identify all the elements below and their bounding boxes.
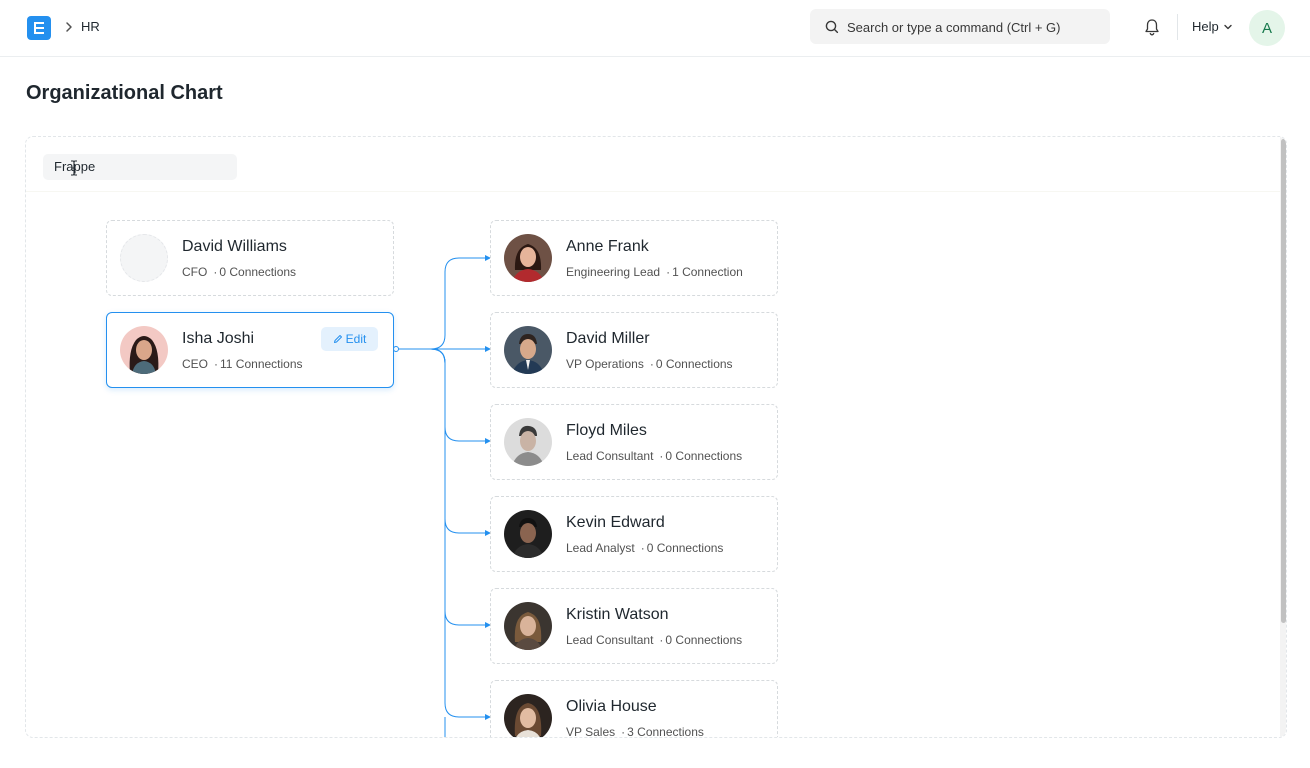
avatar bbox=[504, 418, 552, 466]
org-chart-panel: Frappe David Williams CFO · 0 Connections … bbox=[25, 136, 1287, 738]
node-name: Isha Joshi bbox=[182, 330, 255, 347]
node-designation: Lead Consultant bbox=[566, 633, 654, 647]
node-name: Floyd Miles bbox=[566, 422, 647, 439]
bell-icon[interactable] bbox=[1142, 17, 1162, 37]
meta-separator: · bbox=[640, 541, 645, 555]
node-name: Anne Frank bbox=[566, 238, 649, 255]
avatar bbox=[504, 602, 552, 650]
nav-divider bbox=[1177, 14, 1178, 40]
node-connections: 0 Connections bbox=[665, 633, 743, 647]
breadcrumb-hr[interactable]: HR bbox=[81, 19, 100, 34]
node-designation: Lead Analyst bbox=[566, 541, 635, 555]
avatar bbox=[504, 694, 552, 737]
pencil-icon bbox=[333, 334, 343, 344]
node-designation: Engineering Lead bbox=[566, 265, 661, 279]
avatar bbox=[504, 510, 552, 558]
meta-separator: · bbox=[666, 265, 671, 279]
user-avatar[interactable]: A bbox=[1249, 10, 1285, 46]
node-meta: CFO · 0 Connections bbox=[182, 265, 296, 279]
node-meta: VP Sales · 3 Connections bbox=[566, 725, 704, 738]
node-connections: 3 Connections bbox=[627, 725, 704, 738]
navbar: HR Search or type a command (Ctrl + G) H… bbox=[0, 0, 1310, 57]
node-name: David Miller bbox=[566, 330, 650, 347]
node-meta: Engineering Lead · 1 Connection bbox=[566, 265, 743, 279]
node-designation: Lead Consultant bbox=[566, 449, 654, 463]
chevron-down-icon bbox=[1223, 22, 1233, 32]
avatar bbox=[504, 234, 552, 282]
connector-line bbox=[395, 348, 491, 628]
connector-line bbox=[395, 255, 491, 350]
node-meta: Lead Analyst · 0 Connections bbox=[566, 541, 723, 555]
node-connections: 1 Connection bbox=[672, 265, 743, 279]
org-node-david-miller[interactable]: David Miller VP Operations · 0 Connections bbox=[490, 312, 778, 388]
org-node-olivia-house[interactable]: Olivia House VP Sales · 3 Connections bbox=[490, 680, 778, 738]
meta-separator: · bbox=[659, 449, 664, 463]
node-designation: CEO bbox=[182, 357, 209, 371]
node-meta: CEO · 11 Connections bbox=[182, 357, 303, 371]
avatar-placeholder bbox=[120, 234, 168, 282]
node-meta: Lead Consultant · 0 Connections bbox=[566, 449, 742, 463]
node-name: David Williams bbox=[182, 238, 287, 255]
meta-separator: · bbox=[659, 633, 664, 647]
node-connections: 0 Connections bbox=[646, 541, 724, 555]
app-logo-icon[interactable] bbox=[27, 16, 51, 40]
connector-line bbox=[395, 348, 491, 444]
org-node-kevin-edward[interactable]: Kevin Edward Lead Analyst · 0 Connections bbox=[490, 496, 778, 572]
search-icon bbox=[824, 19, 840, 35]
node-designation: VP Operations bbox=[566, 357, 644, 371]
connector-origin bbox=[393, 346, 399, 352]
node-name: Kevin Edward bbox=[566, 514, 665, 531]
node-name: Olivia House bbox=[566, 698, 657, 715]
node-meta: VP Operations · 0 Connections bbox=[566, 357, 733, 371]
search-placeholder: Search or type a command (Ctrl + G) bbox=[847, 20, 1061, 35]
edit-label: Edit bbox=[345, 332, 367, 346]
node-name: Kristin Watson bbox=[566, 606, 669, 623]
org-node-isha-joshi[interactable]: Isha Joshi CEO · 11 Connections Edit bbox=[106, 312, 394, 388]
help-dropdown[interactable]: Help bbox=[1192, 19, 1233, 34]
meta-separator: · bbox=[649, 357, 654, 371]
meta-separator: · bbox=[621, 725, 626, 738]
org-node-david-williams[interactable]: David Williams CFO · 0 Connections bbox=[106, 220, 394, 296]
avatar bbox=[504, 326, 552, 374]
node-designation: VP Sales bbox=[566, 725, 616, 738]
meta-separator: · bbox=[214, 357, 219, 371]
edit-button[interactable]: Edit bbox=[321, 327, 378, 351]
org-node-floyd-miles[interactable]: Floyd Miles Lead Consultant · 0 Connection… bbox=[490, 404, 778, 480]
org-node-anne-frank[interactable]: Anne Frank Engineering Lead · 1 Connection bbox=[490, 220, 778, 296]
chevron-right-icon bbox=[62, 17, 76, 37]
page-title: Organizational Chart bbox=[26, 82, 223, 104]
org-node-kristin-watson[interactable]: Kristin Watson Lead Consultant · 0 Connect… bbox=[490, 588, 778, 664]
node-meta: Lead Consultant · 0 Connections bbox=[566, 633, 742, 647]
search-input[interactable]: Search or type a command (Ctrl + G) bbox=[810, 9, 1110, 44]
node-designation: CFO bbox=[182, 265, 208, 279]
node-connections: 0 Connections bbox=[665, 449, 743, 463]
node-connections: 11 Connections bbox=[220, 357, 303, 371]
help-label: Help bbox=[1192, 19, 1219, 34]
avatar bbox=[120, 326, 168, 374]
meta-separator: · bbox=[213, 265, 218, 279]
chart-scrollbar-thumb[interactable] bbox=[1281, 139, 1286, 623]
node-connections: 0 Connections bbox=[655, 357, 733, 371]
node-connections: 0 Connections bbox=[219, 265, 297, 279]
